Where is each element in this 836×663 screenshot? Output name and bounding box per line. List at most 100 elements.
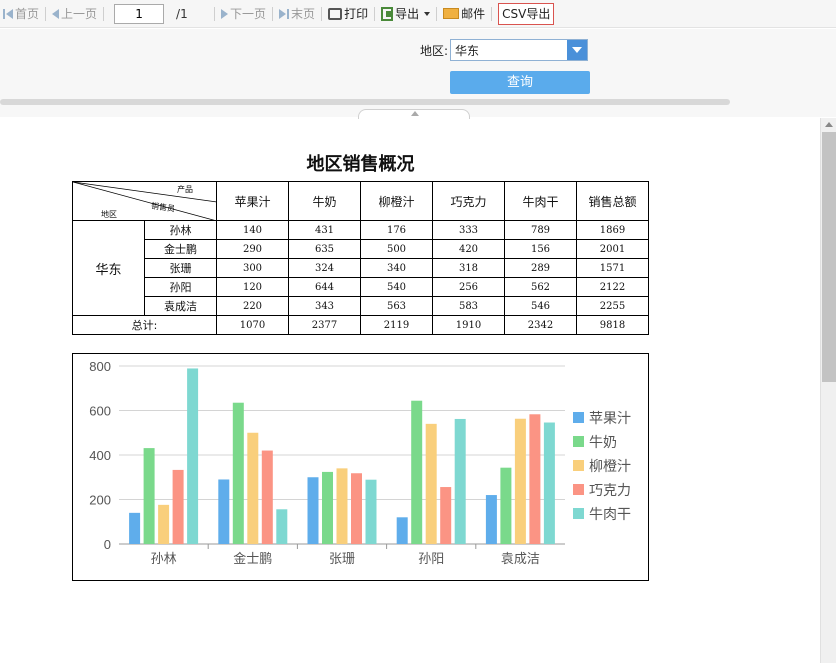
toolbar-divider	[321, 6, 323, 21]
column-header: 巧克力	[432, 181, 505, 221]
value-cell: 431	[288, 220, 361, 240]
value-cell: 120	[216, 277, 289, 297]
value-cell: 256	[432, 277, 505, 297]
legend-swatch	[573, 436, 584, 447]
bar	[411, 400, 423, 544]
column-header: 柳橙汁	[360, 181, 433, 221]
x-tick-label: 金士鹏	[233, 551, 272, 567]
csv-export-label: CSV导出	[502, 6, 551, 21]
page-number-input[interactable]	[114, 3, 165, 24]
bar	[396, 517, 408, 544]
next-page-button[interactable]: 下一页	[221, 3, 266, 25]
legend-label: 巧克力	[589, 483, 631, 499]
bar-chart-svg: 0 200 400 600 800 孙林 金士鹏 张珊 孙阳 袁成洁 苹果汁牛奶柳橙汁巧克力牛肉干	[89, 359, 631, 567]
x-tick-label: 孙林	[151, 552, 177, 567]
last-page-button[interactable]: 末页	[279, 3, 315, 25]
region-label: 地区:	[420, 44, 449, 58]
prev-page-icon	[52, 8, 60, 19]
total-row: 总计: 1070 2377 2119 1910 2342 9818	[72, 315, 649, 335]
legend-label: 牛肉干	[589, 507, 631, 523]
mail-icon	[443, 8, 460, 19]
legend-swatch	[573, 508, 584, 519]
x-tick-label: 孙阳	[418, 552, 444, 567]
print-label: 打印	[344, 7, 369, 21]
y-tick-label: 0	[104, 537, 111, 552]
legend-swatch	[573, 460, 584, 471]
region-select[interactable]: 华东	[450, 39, 588, 61]
export-label: 导出	[395, 7, 420, 21]
value-cell: 2255	[576, 296, 649, 316]
csv-export-button[interactable]: CSV导出	[498, 2, 555, 25]
chevron-down-icon	[424, 11, 431, 16]
bar	[276, 509, 288, 544]
salesperson-cell: 孙阳	[144, 277, 217, 297]
value-cell: 220	[216, 296, 289, 316]
value-cell: 2122	[576, 277, 649, 297]
scrollbar-thumb[interactable]	[822, 132, 836, 382]
diagonal-lines	[73, 182, 217, 221]
collapse-panel-toggle[interactable]	[358, 109, 470, 119]
value-cell: 333	[432, 220, 505, 240]
value-cell: 290	[216, 239, 289, 259]
query-button[interactable]: 查询	[450, 71, 590, 94]
bar	[172, 469, 184, 544]
value-cell: 540	[360, 277, 433, 297]
bar	[247, 432, 259, 544]
bar	[187, 368, 199, 544]
value-cell: 1869	[576, 220, 649, 240]
horizontal-scrollbar[interactable]	[0, 99, 730, 105]
total-cell: 1070	[216, 315, 289, 335]
chevron-down-icon	[572, 47, 582, 53]
region-cell: 华东	[72, 220, 145, 316]
legend-swatch	[573, 484, 584, 495]
table-row: 孙阳 120 644 540 256 562 2122	[73, 277, 649, 297]
value-cell: 289	[504, 258, 577, 278]
bar	[158, 504, 170, 544]
value-cell: 583	[432, 296, 505, 316]
column-header: 苹果汁	[216, 181, 289, 221]
toolbar-divider	[214, 6, 216, 21]
bar	[351, 473, 362, 544]
value-cell: 644	[288, 277, 361, 297]
legend-label: 牛奶	[589, 435, 617, 451]
table-row: 袁成洁 220 343 563 583 546 2255	[73, 296, 649, 316]
total-cell: 1910	[432, 315, 505, 335]
value-cell: 343	[288, 296, 361, 316]
export-button[interactable]: 导出	[381, 3, 431, 25]
first-page-label: 首页	[15, 7, 40, 21]
bar	[336, 468, 348, 544]
total-cell: 2342	[504, 315, 577, 335]
legend-label: 苹果汁	[589, 411, 631, 427]
total-cell: 2377	[288, 315, 361, 335]
printer-icon	[328, 7, 343, 20]
first-page-button[interactable]: 首页	[3, 3, 39, 25]
prev-page-button[interactable]: 上一页	[52, 3, 97, 25]
bar	[425, 423, 437, 544]
bar	[454, 418, 466, 544]
first-page-icon	[3, 8, 13, 19]
last-page-label: 末页	[291, 7, 316, 21]
total-cell: 9818	[576, 315, 649, 335]
column-header: 牛肉干	[504, 181, 577, 221]
bar	[129, 512, 141, 544]
value-cell: 156	[504, 239, 577, 259]
value-cell: 318	[432, 258, 505, 278]
column-header: 销售总额	[576, 181, 649, 221]
value-cell: 340	[360, 258, 433, 278]
toolbar-divider	[436, 6, 438, 21]
print-button[interactable]: 打印	[328, 3, 368, 25]
bar	[307, 477, 319, 544]
vertical-scrollbar[interactable]	[820, 118, 836, 663]
x-tick-label: 袁成洁	[501, 552, 540, 567]
y-tick-label: 800	[89, 359, 111, 374]
dropdown-button[interactable]	[567, 40, 587, 60]
value-cell: 420	[432, 239, 505, 259]
salesperson-cell: 袁成洁	[144, 296, 217, 316]
export-icon	[381, 6, 394, 21]
bar	[143, 448, 155, 544]
column-header: 牛奶	[288, 181, 361, 221]
scroll-up-icon[interactable]	[825, 122, 833, 127]
value-cell: 546	[504, 296, 577, 316]
bar	[500, 467, 512, 544]
mail-button[interactable]: 邮件	[443, 3, 485, 25]
